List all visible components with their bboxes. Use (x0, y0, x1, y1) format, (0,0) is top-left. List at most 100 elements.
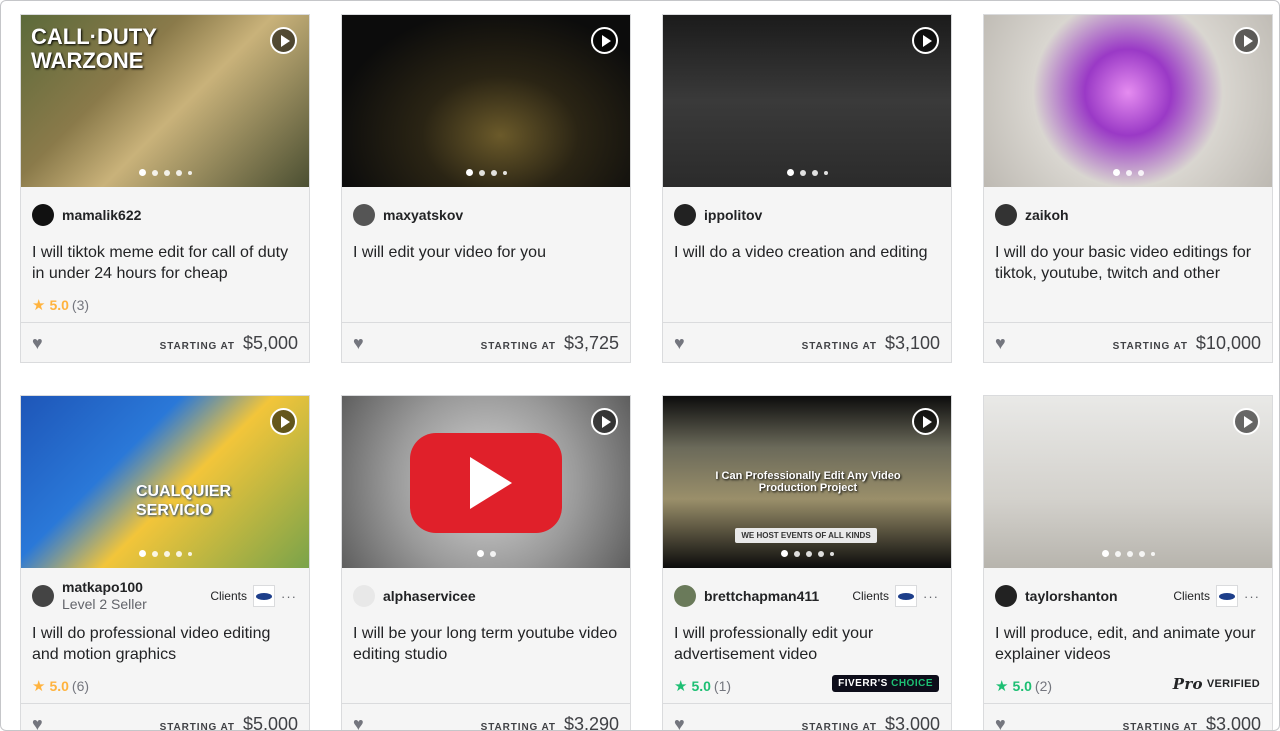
star-icon: ★ (32, 297, 46, 314)
seller-avatar[interactable] (32, 585, 54, 607)
gig-card[interactable]: CUALQUIER SERVICIO matkapo100 Level 2 Sell… (20, 395, 310, 731)
play-video-icon[interactable] (1233, 408, 1260, 435)
gig-thumbnail[interactable]: CUALQUIER SERVICIO (21, 396, 309, 568)
seller-name[interactable]: matkapo100 (62, 579, 147, 596)
heart-icon[interactable]: ♥ (32, 333, 43, 354)
heart-icon[interactable]: ♥ (995, 333, 1006, 354)
more-dots-icon[interactable]: ··· (281, 589, 297, 604)
carousel-dot[interactable] (1150, 551, 1155, 556)
more-dots-icon[interactable]: ··· (923, 589, 939, 604)
seller-avatar[interactable] (674, 204, 696, 226)
carousel-dot[interactable] (829, 551, 834, 556)
gig-thumbnail[interactable] (342, 15, 630, 187)
gig-card[interactable]: I Can Professionally Edit Any Video Prod… (662, 395, 952, 731)
more-dots-icon[interactable]: ··· (1244, 589, 1260, 604)
gig-title[interactable]: I will do your basic video editings for … (995, 242, 1260, 284)
gig-thumbnail[interactable] (984, 396, 1272, 568)
gig-thumbnail[interactable]: CALL·DUTY WARZONE (21, 15, 309, 187)
carousel-dot[interactable] (1138, 550, 1145, 557)
carousel-dot[interactable] (502, 170, 507, 175)
carousel-dot[interactable] (138, 169, 146, 176)
carousel-dot[interactable] (476, 550, 484, 557)
heart-icon[interactable]: ♥ (32, 714, 43, 731)
heart-icon[interactable]: ♥ (674, 714, 685, 731)
gig-card[interactable]: ippolitov I will do a video creation and … (662, 14, 952, 363)
carousel-dot[interactable] (1101, 550, 1109, 557)
gig-card[interactable]: taylorshanton Clients ··· I will produce, e… (983, 395, 1273, 731)
gig-thumbnail[interactable] (984, 15, 1272, 187)
verified-label: VERIFIED (1206, 678, 1260, 690)
gig-title[interactable]: I will be your long term youtube video e… (353, 623, 618, 665)
gig-title[interactable]: I will professionally edit your advertis… (674, 623, 939, 665)
carousel-dot[interactable] (163, 550, 170, 557)
carousel-dot[interactable] (793, 550, 800, 557)
carousel-dot[interactable] (1125, 169, 1132, 176)
seller-avatar[interactable] (995, 204, 1017, 226)
gig-title[interactable]: I will produce, edit, and animate your e… (995, 623, 1260, 665)
gig-thumbnail[interactable] (342, 396, 630, 568)
gig-card[interactable]: maxyatskov I will edit your video for you… (341, 14, 631, 363)
carousel-dot[interactable] (799, 169, 806, 176)
gig-title[interactable]: I will edit your video for you (353, 242, 618, 263)
carousel-dot[interactable] (817, 550, 824, 557)
gig-title[interactable]: I will do professional video editing and… (32, 623, 297, 665)
carousel-dot[interactable] (1114, 550, 1121, 557)
carousel-dot[interactable] (1137, 169, 1144, 176)
play-video-icon[interactable] (912, 408, 939, 435)
seller-name[interactable]: mamalik622 (62, 207, 141, 224)
carousel-dot[interactable] (490, 169, 497, 176)
carousel-dot[interactable] (187, 551, 192, 556)
price: STARTING AT $10,000 (1113, 333, 1261, 354)
client-logo[interactable] (895, 585, 917, 607)
seller-avatar[interactable] (995, 585, 1017, 607)
seller-avatar[interactable] (353, 204, 375, 226)
play-video-icon[interactable] (912, 27, 939, 54)
carousel-dot[interactable] (489, 550, 496, 557)
seller-name[interactable]: alphaservicee (383, 588, 476, 605)
gig-card[interactable]: alphaservicee I will be your long term yo… (341, 395, 631, 731)
carousel-dot[interactable] (138, 550, 146, 557)
play-video-icon[interactable] (1233, 27, 1260, 54)
carousel-dot[interactable] (151, 550, 158, 557)
play-video-icon[interactable] (270, 27, 297, 54)
gig-card[interactable]: CALL·DUTY WARZONE mamalik622 I will tiktok… (20, 14, 310, 363)
gig-title[interactable]: I will do a video creation and editing (674, 242, 939, 263)
carousel-dot[interactable] (187, 170, 192, 175)
carousel-dot[interactable] (786, 169, 794, 176)
carousel-dot[interactable] (823, 170, 828, 175)
gig-title[interactable]: I will tiktok meme edit for call of duty… (32, 242, 297, 284)
carousel-dot[interactable] (175, 550, 182, 557)
heart-icon[interactable]: ♥ (995, 714, 1006, 731)
carousel-dot[interactable] (175, 169, 182, 176)
carousel-dot[interactable] (1126, 550, 1133, 557)
carousel-dot[interactable] (163, 169, 170, 176)
seller-avatar[interactable] (32, 204, 54, 226)
play-video-icon[interactable] (591, 27, 618, 54)
heart-icon[interactable]: ♥ (353, 333, 364, 354)
carousel-dot[interactable] (465, 169, 473, 176)
gig-thumbnail[interactable]: I Can Professionally Edit Any Video Prod… (663, 396, 951, 568)
pro-verified-badge: Pro VERIFIED (1173, 675, 1260, 693)
seller-name[interactable]: taylorshanton (1025, 588, 1118, 605)
seller-avatar[interactable] (674, 585, 696, 607)
play-video-icon[interactable] (270, 408, 297, 435)
seller-name[interactable]: zaikoh (1025, 207, 1069, 224)
carousel-dot[interactable] (151, 169, 158, 176)
seller-name[interactable]: maxyatskov (383, 207, 463, 224)
gig-card[interactable]: zaikoh I will do your basic video editing… (983, 14, 1273, 363)
gig-thumbnail[interactable] (663, 15, 951, 187)
card-footer: ♥ STARTING AT $5,000 (21, 703, 309, 731)
seller-name[interactable]: brettchapman411 (704, 588, 819, 605)
client-logo[interactable] (253, 585, 275, 607)
play-video-icon[interactable] (591, 408, 618, 435)
heart-icon[interactable]: ♥ (353, 714, 364, 731)
carousel-dot[interactable] (805, 550, 812, 557)
carousel-dot[interactable] (1112, 169, 1120, 176)
seller-avatar[interactable] (353, 585, 375, 607)
seller-name[interactable]: ippolitov (704, 207, 762, 224)
carousel-dot[interactable] (780, 550, 788, 557)
carousel-dot[interactable] (478, 169, 485, 176)
client-logo[interactable] (1216, 585, 1238, 607)
heart-icon[interactable]: ♥ (674, 333, 685, 354)
carousel-dot[interactable] (811, 169, 818, 176)
